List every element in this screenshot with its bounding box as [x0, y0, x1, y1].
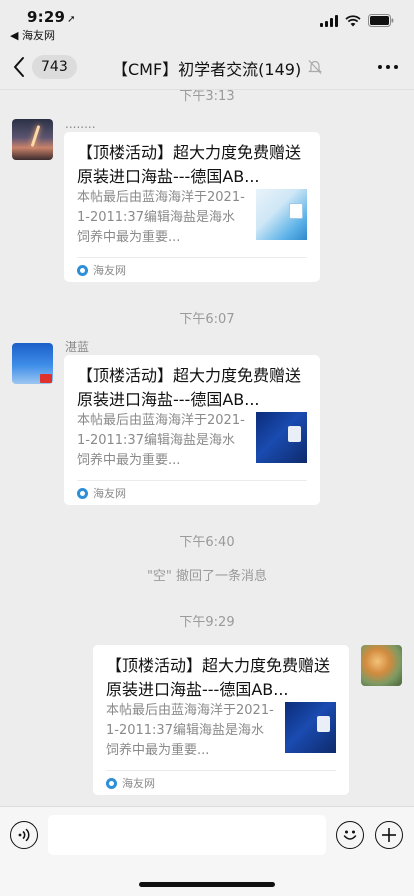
more-dots-icon[interactable]	[378, 65, 398, 69]
card-source: 海友网	[77, 485, 126, 501]
card-description: 本帖最后由蓝海海洋于2021-1-2011:37编辑海盐是海水饲养中最为重要..…	[77, 190, 245, 245]
card-thumbnail	[256, 189, 307, 240]
status-indicators	[320, 14, 394, 27]
chat-title: 【CMF】初学者交流(149)	[112, 60, 302, 79]
card-description: 本帖最后由蓝海海洋于2021-1-2011:37编辑海盐是海水饲养中最为重要..…	[77, 413, 245, 468]
unread-count-badge[interactable]: 743	[32, 55, 77, 79]
link-card[interactable]: 【顶楼活动】超大力度免费赠送原装进口海盐---德国AB... 本帖最后由蓝海海洋…	[93, 645, 349, 795]
home-indicator[interactable]	[139, 882, 275, 887]
source-logo-icon	[77, 487, 88, 499]
card-divider	[77, 480, 307, 481]
avatar[interactable]	[12, 343, 53, 384]
sender-name: ........	[65, 117, 96, 131]
card-source: 海友网	[77, 262, 126, 278]
message-timestamp: 下午6:40	[179, 535, 235, 550]
cellular-signal-icon	[320, 14, 338, 27]
status-time: 9:29 ➚	[27, 8, 76, 26]
card-thumbnail	[285, 702, 336, 753]
card-description: 本帖最后由蓝海海洋于2021-1-2011:37编辑海盐是海水饲养中最为重要..…	[106, 703, 274, 758]
chevron-left-icon[interactable]	[12, 55, 32, 79]
sender-name: 湛蓝	[65, 340, 90, 354]
chat-message-list[interactable]: 下午3:13 ........ 【顶楼活动】超大力度免费赠送原装进口海盐---德…	[0, 90, 414, 806]
battery-icon	[368, 14, 394, 27]
message-timestamp: 下午9:29	[179, 615, 235, 630]
link-card[interactable]: 【顶楼活动】超大力度免费赠送原装进口海盐---德国AB... 本帖最后由蓝海海洋…	[64, 355, 320, 505]
card-title: 【顶楼活动】超大力度免费赠送原装进口海盐---德国AB...	[77, 366, 302, 409]
chat-header: 743 【CMF】初学者交流(149)	[0, 44, 414, 90]
emoji-icon[interactable]	[336, 821, 364, 849]
back-to-app-link[interactable]: ◀ 海友网	[10, 27, 55, 43]
message-input-bar	[0, 806, 414, 896]
card-title: 【顶楼活动】超大力度免费赠送原装进口海盐---德国AB...	[77, 143, 302, 186]
status-bar: 9:29 ➚ ◀ 海友网	[0, 0, 414, 44]
message-input[interactable]	[48, 815, 326, 855]
card-thumbnail	[256, 412, 307, 463]
source-logo-icon	[77, 264, 88, 276]
link-card[interactable]: 【顶楼活动】超大力度免费赠送原装进口海盐---德国AB... 本帖最后由蓝海海洋…	[64, 132, 320, 282]
card-source: 海友网	[106, 775, 155, 791]
bell-off-icon	[308, 59, 322, 79]
avatar[interactable]	[361, 645, 402, 686]
message-timestamp: 下午6:07	[179, 312, 235, 327]
card-divider	[77, 257, 307, 258]
card-divider	[106, 770, 336, 771]
location-arrow-icon: ➚	[67, 14, 76, 25]
message-timestamp: 下午3:13	[179, 90, 235, 104]
voice-icon[interactable]	[10, 821, 38, 849]
wifi-icon	[345, 14, 361, 27]
recall-notice: "空" 撤回了一条消息	[146, 569, 268, 584]
avatar[interactable]	[12, 119, 53, 160]
flag-icon	[40, 374, 52, 383]
card-title: 【顶楼活动】超大力度免费赠送原装进口海盐---德国AB...	[106, 656, 331, 699]
plus-icon[interactable]	[375, 821, 403, 849]
source-logo-icon	[106, 777, 117, 789]
